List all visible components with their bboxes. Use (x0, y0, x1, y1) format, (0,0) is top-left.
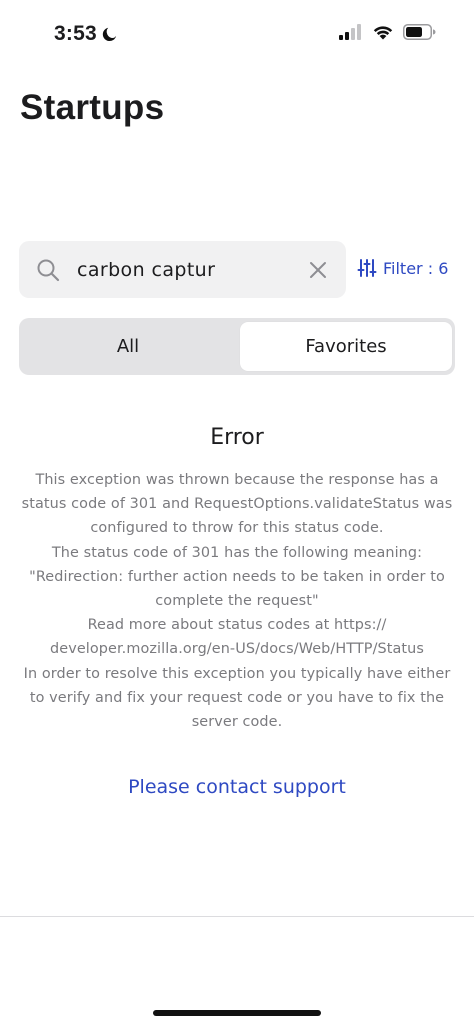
filter-button[interactable]: Filter : 6 (357, 258, 448, 278)
bottom-divider (0, 916, 474, 917)
error-line: In order to resolve this exception you t… (23, 665, 451, 682)
status-bar: 3:53 (0, 0, 474, 70)
error-line: status code of 301 and RequestOptions.va… (21, 496, 453, 513)
error-line: to verify and fix your request code or y… (29, 689, 445, 706)
cellular-signal-icon (339, 24, 361, 40)
error-line: "Redirection: further action needs to be… (29, 568, 445, 585)
error-line: The status code of 301 has the following… (51, 544, 423, 561)
filter-label: Filter : 6 (383, 258, 449, 278)
tab-all-label: All (116, 336, 140, 357)
error-line: Read more about status codes at https:// (87, 617, 387, 634)
status-time: 3:53 (54, 22, 119, 46)
search-input[interactable] (77, 241, 297, 298)
status-icons (339, 24, 436, 40)
page-title: Startups (20, 88, 165, 127)
error-message: This exception was thrown because the re… (18, 468, 456, 734)
error-line: server code. (191, 714, 283, 731)
home-indicator[interactable] (153, 1010, 321, 1016)
tab-favorites[interactable]: Favorites (240, 322, 452, 371)
error-line: configured to throw for this status code… (90, 520, 384, 537)
wifi-icon (373, 26, 393, 40)
sliders-icon (357, 259, 377, 277)
error-line: complete the request" (155, 593, 319, 610)
error-title: Error (210, 425, 264, 450)
error-line: developer.mozilla.org/en-US/docs/Web/HTT… (50, 641, 424, 658)
moon-icon (102, 27, 116, 42)
error-line: This exception was thrown because the re… (35, 472, 439, 488)
battery-icon (403, 24, 436, 40)
status-time-text: 3:53 (54, 22, 97, 45)
tab-favorites-label: Favorites (305, 336, 387, 357)
search-icon (37, 259, 60, 282)
segmented-control: All Favorites (19, 318, 455, 375)
tab-all[interactable]: All (19, 318, 237, 375)
search-box[interactable] (19, 241, 346, 298)
contact-support-link[interactable]: Please contact support (0, 776, 474, 798)
close-icon[interactable] (308, 260, 328, 280)
